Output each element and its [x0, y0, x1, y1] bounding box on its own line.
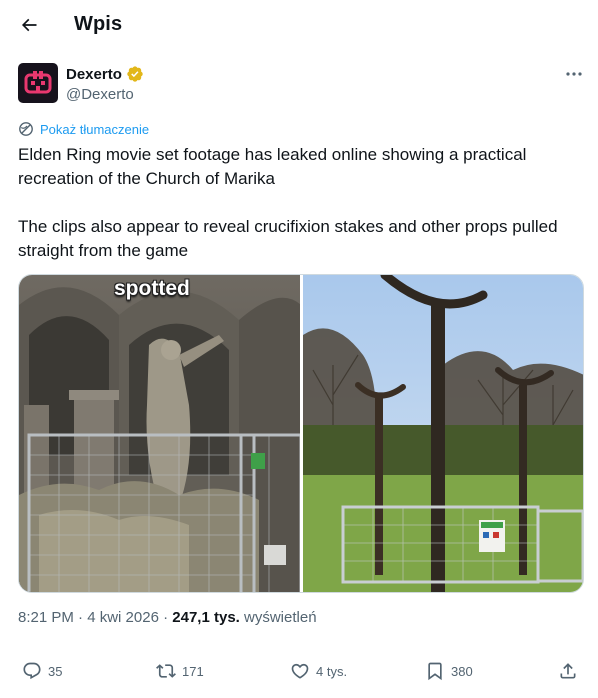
show-translation-link[interactable]: Pokaż tłumaczenie: [18, 121, 149, 137]
repost-icon: [156, 664, 176, 678]
like-button[interactable]: 4 tys.: [290, 654, 347, 688]
action-bar: 35 171 4 tys. 380: [0, 654, 598, 688]
media-photo-church[interactable]: spotted: [19, 275, 300, 592]
views-count: 247,1 tys.: [172, 609, 240, 626]
bookmark-icon: [428, 662, 442, 681]
reply-icon: [23, 662, 41, 680]
author-name[interactable]: Dexerto: [66, 65, 144, 83]
tweet-paragraph: The clips also appear to reveal crucifix…: [18, 217, 558, 260]
tweet-time[interactable]: 8:21 PM: [18, 609, 74, 626]
avatar[interactable]: [18, 63, 58, 103]
bookmark-button[interactable]: 380: [425, 654, 473, 688]
share-button[interactable]: [558, 654, 578, 688]
more-options-button[interactable]: [560, 64, 588, 84]
back-button[interactable]: [14, 10, 44, 40]
tweet-paragraph: Elden Ring movie set footage has leaked …: [18, 145, 527, 188]
views-label: wyświetleń: [239, 609, 317, 626]
media-caption-overlay: spotted: [114, 277, 190, 300]
author-name-text: Dexerto: [66, 65, 122, 83]
share-icon: [560, 663, 576, 679]
repost-count: 171: [182, 663, 204, 679]
dexerto-logo-icon: [21, 66, 55, 100]
author-handle[interactable]: @Dexerto: [66, 86, 134, 103]
reply-button[interactable]: 35: [22, 654, 62, 688]
page-title: Wpis: [74, 13, 123, 35]
media-grid: spotted: [18, 274, 584, 593]
show-translation-label: Pokaż tłumaczenie: [40, 121, 150, 137]
stakes-prop-image: [302, 275, 583, 592]
gold-verified-badge-icon: [127, 66, 143, 82]
top-bar: Wpis: [0, 0, 598, 52]
arrow-left-icon: [21, 18, 37, 32]
more-horizontal-icon: [566, 72, 582, 76]
like-count: 4 tys.: [316, 663, 348, 679]
media-photo-stakes[interactable]: [302, 275, 583, 592]
bookmark-count: 380: [451, 663, 473, 679]
tweet-meta: 8:21 PM · 4 kwi 2026 · 247,1 tys. wyświe…: [18, 609, 317, 626]
globe-icon: [19, 122, 33, 136]
reply-count: 35: [48, 663, 63, 679]
repost-button[interactable]: 171: [156, 654, 204, 688]
tweet-text: Elden Ring movie set footage has leaked …: [18, 143, 583, 263]
church-set-image: [19, 275, 300, 592]
heart-icon: [291, 663, 309, 679]
tweet-date[interactable]: 4 kwi 2026: [87, 609, 159, 626]
